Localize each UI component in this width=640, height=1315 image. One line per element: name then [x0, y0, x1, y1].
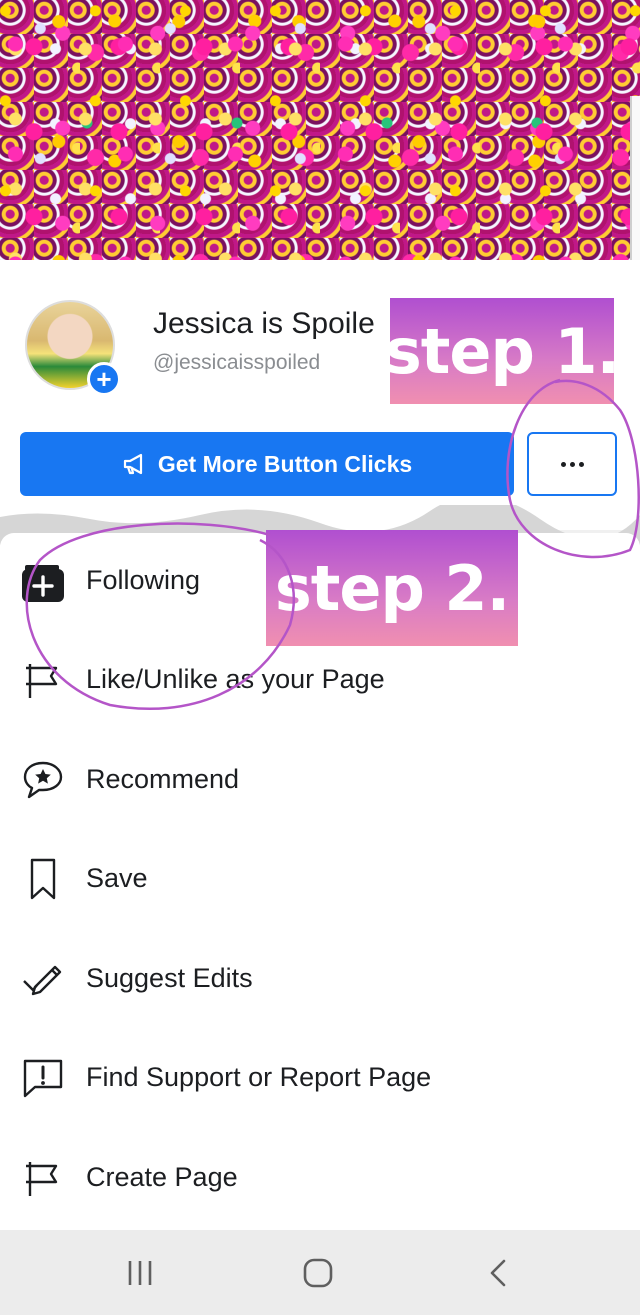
menu-label: Create Page	[86, 1162, 238, 1192]
menu-item-create-page[interactable]: Create Page	[0, 1128, 640, 1227]
menu-label: Save	[86, 863, 148, 893]
megaphone-icon	[122, 452, 148, 476]
recommend-star-icon	[20, 757, 66, 803]
bookmark-icon	[20, 856, 66, 902]
more-options-button[interactable]	[527, 432, 617, 496]
menu-label: Like/Unlike as your Page	[86, 664, 385, 694]
menu-item-find-support[interactable]: Find Support or Report Page	[0, 1028, 640, 1127]
report-icon	[20, 1055, 66, 1101]
menu-item-save[interactable]: Save	[0, 829, 640, 928]
more-dots-icon	[560, 461, 584, 467]
step-2-annotation: step 2.	[266, 530, 518, 646]
pencil-check-icon	[20, 956, 66, 1002]
recent-apps-icon[interactable]	[110, 1248, 170, 1298]
menu-label: Suggest Edits	[86, 963, 253, 993]
step-1-annotation: step 1.	[385, 298, 620, 404]
flag-icon	[20, 1155, 66, 1201]
add-profile-photo-icon[interactable]: +	[87, 362, 121, 396]
cover-photo[interactable]	[0, 0, 640, 260]
menu-item-recommend[interactable]: Recommend	[0, 730, 640, 829]
menu-label: Recommend	[86, 764, 240, 794]
following-add-icon	[20, 558, 66, 604]
get-more-button-clicks-button[interactable]: Get More Button Clicks	[20, 432, 514, 496]
home-icon[interactable]	[288, 1248, 348, 1298]
menu-label: Find Support or Report Page	[86, 1062, 432, 1092]
menu-label: Following	[86, 565, 201, 595]
menu-item-suggest-edits[interactable]: Suggest Edits	[0, 929, 640, 1028]
back-icon[interactable]	[468, 1248, 528, 1298]
page-username: @jessicaisspoiled	[153, 351, 321, 374]
cta-label: Get More Button Clicks	[157, 450, 413, 477]
flag-icon	[20, 657, 66, 703]
page-title: Jessica is Spoile	[153, 307, 375, 340]
